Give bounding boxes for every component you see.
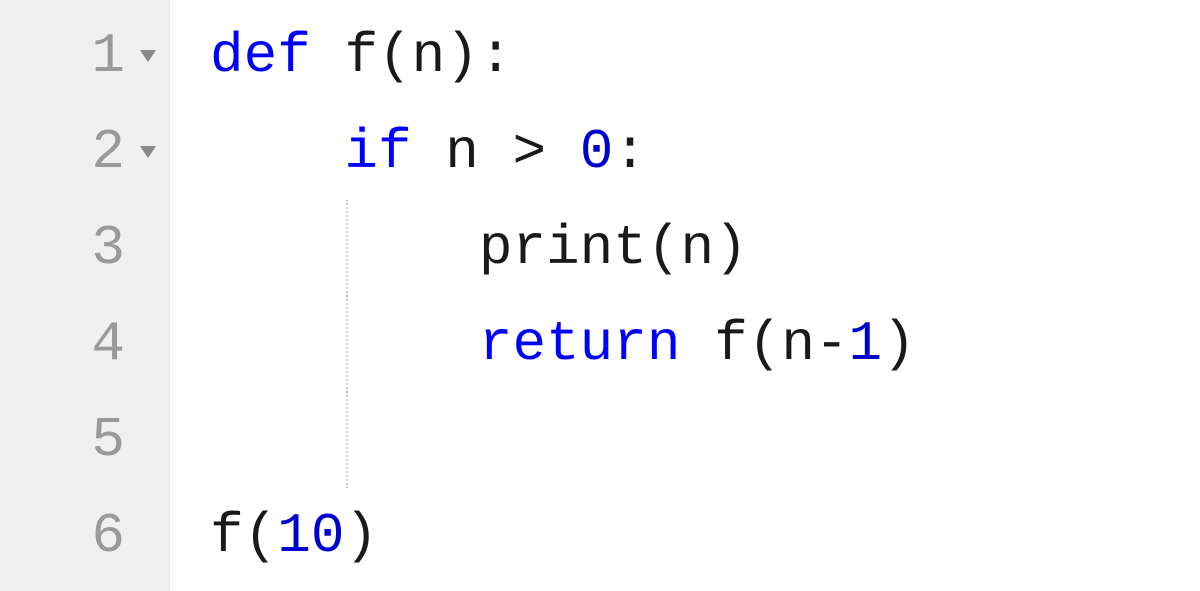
code-token: n — [680, 216, 714, 280]
code-token: : — [613, 120, 647, 184]
code-token: ( — [647, 216, 681, 280]
code-token — [210, 312, 479, 376]
code-line[interactable]: print(n) — [210, 200, 916, 296]
code-token: f — [210, 504, 244, 568]
fold-toggle-icon[interactable] — [135, 43, 161, 69]
code-token: - — [815, 312, 849, 376]
code-token: f — [344, 24, 378, 88]
code-token: if — [344, 120, 411, 184]
line-number: 3 — [91, 200, 125, 296]
code-token: n — [781, 312, 815, 376]
code-token: : — [479, 24, 513, 88]
code-token — [680, 312, 714, 376]
code-token — [546, 120, 580, 184]
code-token: n — [445, 120, 479, 184]
code-token: 1 — [849, 312, 883, 376]
code-line[interactable] — [210, 392, 916, 488]
code-area[interactable]: def f(n): if n > 0: print(n) return f(n-… — [170, 0, 916, 591]
fold-placeholder — [135, 235, 161, 261]
code-token: ( — [378, 24, 412, 88]
code-token: f — [714, 312, 748, 376]
gutter-line: 6 — [20, 488, 161, 584]
code-line[interactable]: if n > 0: — [210, 104, 916, 200]
gutter-line: 4 — [20, 296, 161, 392]
code-token — [412, 120, 446, 184]
code-token — [479, 120, 513, 184]
code-token — [210, 120, 344, 184]
code-token: ) — [344, 504, 378, 568]
code-token: ( — [748, 312, 782, 376]
line-number: 5 — [91, 392, 125, 488]
code-token: ) — [714, 216, 748, 280]
code-token — [311, 24, 345, 88]
code-line[interactable]: return f(n-1) — [210, 296, 916, 392]
code-editor: 123456 def f(n): if n > 0: print(n) retu… — [0, 0, 1200, 591]
gutter-line: 3 — [20, 200, 161, 296]
code-token — [210, 216, 479, 280]
code-line[interactable]: f(10) — [210, 488, 916, 584]
gutter: 123456 — [0, 0, 170, 591]
code-token: print — [479, 216, 647, 280]
line-number: 6 — [91, 488, 125, 584]
indent-guide — [346, 392, 348, 488]
gutter-line: 5 — [20, 392, 161, 488]
code-token: return — [479, 312, 681, 376]
fold-toggle-icon[interactable] — [135, 139, 161, 165]
gutter-line: 2 — [20, 104, 161, 200]
fold-placeholder — [135, 331, 161, 357]
code-token: ( — [244, 504, 278, 568]
code-token: > — [512, 120, 546, 184]
fold-placeholder — [135, 523, 161, 549]
line-number: 2 — [91, 104, 125, 200]
code-token: 10 — [277, 504, 344, 568]
code-token: ) — [445, 24, 479, 88]
fold-placeholder — [135, 427, 161, 453]
code-token: n — [412, 24, 446, 88]
code-token: 0 — [580, 120, 614, 184]
line-number: 1 — [91, 8, 125, 104]
gutter-line: 1 — [20, 8, 161, 104]
code-line[interactable]: def f(n): — [210, 8, 916, 104]
indent-guide — [346, 200, 348, 296]
code-token: ) — [882, 312, 916, 376]
indent-guide — [346, 296, 348, 392]
code-token: def — [210, 24, 311, 88]
line-number: 4 — [91, 296, 125, 392]
